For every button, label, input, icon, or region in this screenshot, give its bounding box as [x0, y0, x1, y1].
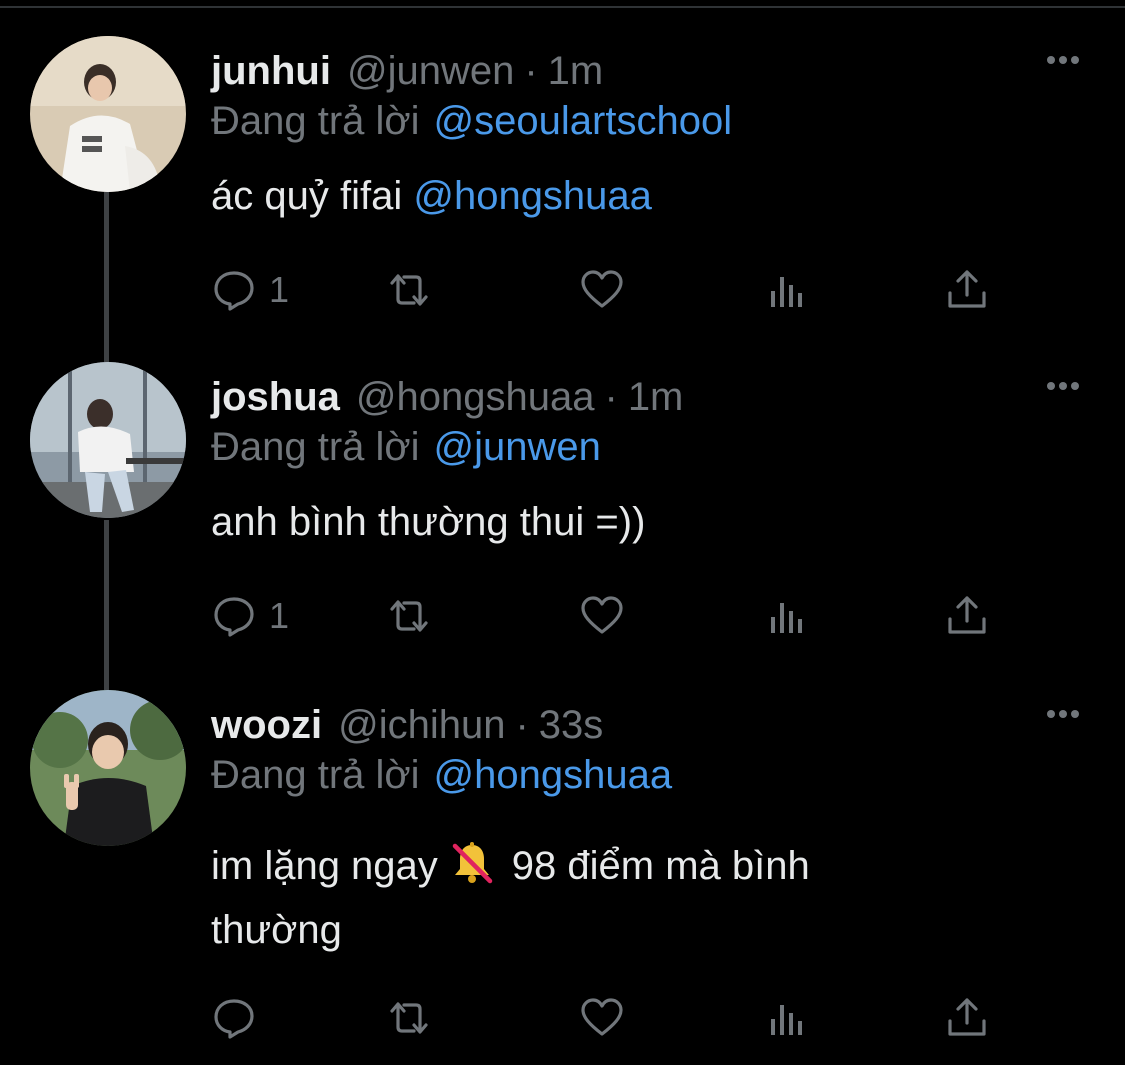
views-icon: [771, 277, 802, 307]
retweet-icon: [390, 274, 428, 306]
share-icon: [948, 596, 986, 634]
replying-to-mention[interactable]: @seoulartschool: [434, 99, 733, 143]
timestamp[interactable]: 1m: [548, 44, 604, 98]
avatar[interactable]: [30, 362, 186, 518]
share-icon: [948, 998, 986, 1036]
replying-to-label: Đang trả lời: [211, 753, 420, 797]
share-button[interactable]: [944, 262, 990, 318]
replying-to-mention[interactable]: @junwen: [434, 425, 601, 469]
reply-button[interactable]: 1: [211, 588, 289, 644]
like-button[interactable]: [579, 588, 625, 644]
tweet-text-line: thường: [211, 908, 342, 952]
views-button[interactable]: [764, 262, 810, 318]
retweet-icon: [390, 600, 428, 632]
share-button[interactable]: [944, 990, 990, 1046]
like-button[interactable]: [579, 262, 625, 318]
views-button[interactable]: [764, 588, 810, 644]
avatar-image: [30, 36, 186, 192]
display-name[interactable]: junhui: [211, 44, 331, 98]
user-handle[interactable]: @hongshuaa: [356, 370, 595, 424]
share-icon: [948, 270, 986, 308]
like-button[interactable]: [579, 990, 625, 1046]
views-button[interactable]: [764, 990, 810, 1046]
separator-dot: ·: [524, 49, 538, 93]
like-icon: [581, 596, 623, 634]
replying-to: Đang trả lời @seoulartschool: [211, 94, 732, 148]
display-name[interactable]: joshua: [211, 370, 340, 424]
tweet-text-content: im lặng ngay: [211, 844, 438, 888]
tweet[interactable]: woozi @ichihun · 33s Đang trả lời @hongsh…: [0, 690, 1125, 1060]
reply-count: 1: [269, 269, 290, 310]
replying-to-mention[interactable]: @hongshuaa: [434, 753, 673, 797]
replying-to-label: Đang trả lời: [211, 425, 420, 469]
avatar-image: [30, 690, 186, 846]
tweet-actions: 1: [211, 588, 1001, 644]
more-options-icon[interactable]: [1043, 40, 1083, 80]
tweet-text-content: anh bình thường thui =)): [211, 500, 646, 544]
tweet[interactable]: joshua @hongshuaa · 1m Đang trả lời @junw…: [0, 362, 1125, 662]
tweet-text-line: im lặng ngay 98 điểm mà bình: [211, 834, 810, 898]
timestamp[interactable]: 1m: [628, 370, 684, 424]
tweet-actions: [211, 990, 1001, 1046]
display-name[interactable]: woozi: [211, 698, 322, 752]
tweet-mention[interactable]: @hongshuaa: [413, 174, 652, 218]
reply-icon: [214, 999, 254, 1039]
replying-to-label: Đang trả lời: [211, 99, 420, 143]
tweet-text-content: ác quỷ fifai: [211, 174, 403, 218]
replying-to: Đang trả lời @hongshuaa: [211, 748, 672, 802]
retweet-button[interactable]: [386, 588, 432, 644]
tweet-header: joshua @hongshuaa · 1m: [211, 370, 683, 424]
separator-dot: ·: [604, 375, 618, 419]
separator-dot: ·: [515, 703, 529, 747]
bell-with-slash-icon: [452, 842, 493, 884]
reply-icon: [214, 597, 254, 637]
tweet-header: junhui @junwen · 1m: [211, 44, 603, 98]
tweet-text-content: 98 điểm mà bình: [511, 844, 810, 888]
retweet-button[interactable]: [386, 262, 432, 318]
retweet-button[interactable]: [386, 990, 432, 1046]
tweet-header: woozi @ichihun · 33s: [211, 698, 603, 752]
retweet-icon: [390, 1002, 428, 1034]
views-icon: [771, 1005, 802, 1035]
more-options-icon[interactable]: [1043, 694, 1083, 734]
avatar[interactable]: [30, 36, 186, 192]
tweet-text: ác quỷ fifai @hongshuaa: [211, 164, 652, 228]
reply-count: 1: [269, 595, 290, 636]
reply-button[interactable]: [211, 990, 257, 1046]
tweet-text: im lặng ngay 98 điểm mà bình thường: [211, 834, 810, 962]
avatar[interactable]: [30, 690, 186, 846]
user-handle[interactable]: @ichihun: [338, 698, 505, 752]
top-divider: [0, 6, 1125, 8]
more-options-icon[interactable]: [1043, 366, 1083, 406]
views-icon: [771, 603, 802, 633]
like-icon: [581, 270, 623, 308]
reply-icon: [214, 271, 254, 311]
like-icon: [581, 998, 623, 1036]
user-handle[interactable]: @junwen: [347, 44, 514, 98]
tweet-actions: 1: [211, 262, 1001, 318]
timestamp[interactable]: 33s: [539, 698, 604, 752]
reply-button[interactable]: 1: [211, 262, 289, 318]
tweet-text: anh bình thường thui =)): [211, 490, 645, 554]
replying-to: Đang trả lời @junwen: [211, 420, 601, 474]
share-button[interactable]: [944, 588, 990, 644]
avatar-image: [30, 362, 186, 518]
tweet[interactable]: junhui @junwen · 1m Đang trả lời @seoular…: [0, 36, 1125, 336]
